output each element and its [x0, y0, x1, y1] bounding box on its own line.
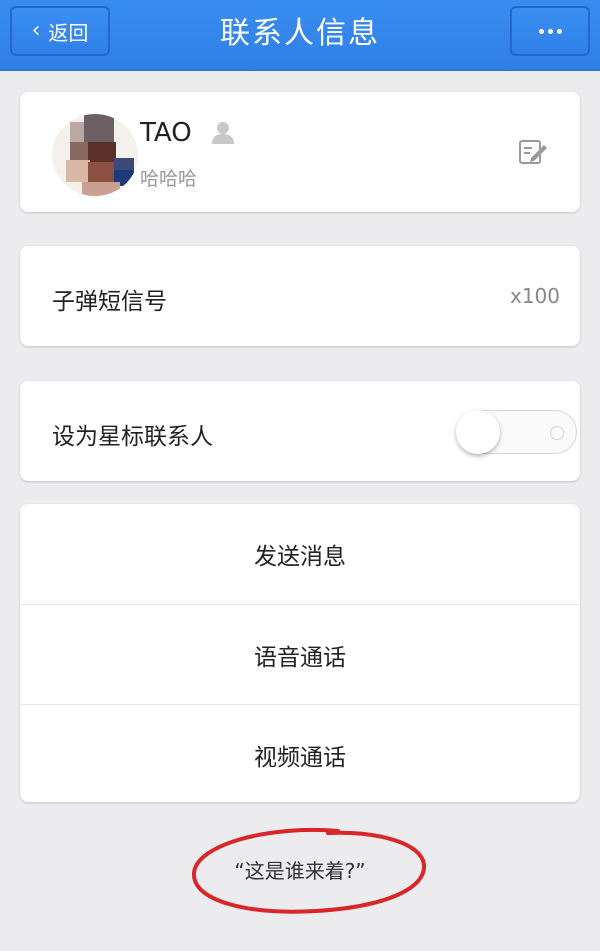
contact-remark: 哈哈哈 — [140, 168, 198, 190]
toggle-off-indicator — [550, 426, 564, 440]
nav-bar: ‹ 返回 联系人信息 — [0, 0, 600, 71]
bullet-sms-id-value: x100 — [509, 284, 560, 308]
bullet-sms-id-label: 子弹短信号 — [52, 289, 167, 315]
toggle-knob[interactable] — [456, 410, 500, 454]
send-message-button[interactable]: 发送消息 — [20, 504, 580, 603]
video-call-button[interactable]: 视频通话 — [20, 704, 580, 804]
star-contact-toggle[interactable] — [456, 410, 577, 454]
more-button[interactable] — [510, 6, 590, 56]
star-contact-label: 设为星标联系人 — [52, 424, 213, 450]
star-contact-row: 设为星标联系人 — [20, 381, 580, 481]
avatar[interactable] — [52, 114, 138, 196]
profile-card[interactable]: TAO 哈哈哈 — [20, 92, 580, 212]
red-circle-annotation — [191, 827, 427, 914]
contact-name: TAO — [140, 118, 192, 148]
person-icon — [212, 122, 234, 144]
actions-card: 发送消息 语音通话 视频通话 — [20, 504, 580, 802]
more-dots-icon — [537, 28, 564, 34]
edit-icon[interactable] — [517, 136, 549, 168]
voice-call-button[interactable]: 语音通话 — [20, 604, 580, 704]
bullet-sms-id-row: 子弹短信号 x100 — [20, 246, 580, 346]
